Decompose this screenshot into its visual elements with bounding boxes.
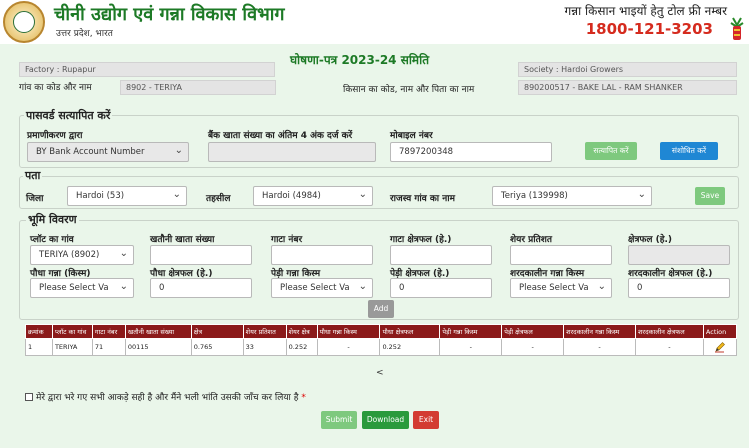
table-pager-prev[interactable]: < <box>376 368 384 378</box>
table-header: क्रमांक <box>25 324 53 339</box>
table-cell: 00115 <box>124 338 192 356</box>
table-header: खतौनी खाता संख्या <box>124 324 192 339</box>
auth-method-select[interactable]: BY Bank Account Number ⌄ <box>27 142 189 162</box>
password-section-legend: पासवर्ड सत्यापित करें <box>24 108 113 123</box>
table-cell: - <box>501 338 565 356</box>
revenue-village-select[interactable]: Teriya (139998) ⌄ <box>492 186 652 206</box>
exit-button[interactable]: Exit <box>413 411 439 429</box>
table-header: प्लॉट का गांव <box>51 324 93 339</box>
plant-variety-select[interactable]: Please Select Va ⌄ <box>30 278 134 298</box>
gata-area-label: गाटा क्षेत्रफल (हे.) <box>390 235 452 245</box>
chevron-down-icon: ⌄ <box>358 281 367 292</box>
address-section-legend: पता <box>23 168 43 183</box>
plot-village-label: प्लॉट का गांव <box>30 235 74 245</box>
gata-input[interactable] <box>271 245 373 265</box>
table-cell: 0.252 <box>285 338 318 356</box>
plant-area-input[interactable]: 0 <box>150 278 252 298</box>
table-header: Action <box>702 324 738 339</box>
area-input <box>628 245 730 265</box>
village-code-label: गांव का कोड और नाम <box>19 83 92 93</box>
plot-village-select[interactable]: TERIYA (8902) ⌄ <box>30 245 134 265</box>
table-header: क्षेत्र <box>190 324 244 339</box>
farmer-label: किसान का कोड, नाम और पिता का नाम <box>343 85 475 95</box>
declaration-text: मेरे द्वारा भरे गए सभी आकड़े सही है और म… <box>36 393 299 403</box>
khatauni-label: खतौनी खाता संख्या <box>150 235 215 245</box>
autumn-area-input[interactable]: 0 <box>628 278 730 298</box>
department-subtitle: उत्तर प्रदेश, भारत <box>56 29 113 39</box>
table-cell: - <box>439 338 503 356</box>
district-label: जिला <box>26 194 44 204</box>
table-header: गाटा नंबर <box>91 324 126 339</box>
table-cell: TERIYA <box>51 338 93 356</box>
add-land-button[interactable]: Add <box>368 300 394 318</box>
table-header: पेड़ी गन्ना किस्म <box>439 324 503 339</box>
bank-last4-input[interactable] <box>208 142 376 162</box>
land-section-legend: भूमि विवरण <box>26 212 79 227</box>
tehsil-label: तहसील <box>206 194 231 204</box>
factory-field: Factory : Rupapur <box>19 62 275 77</box>
edit-pencil-icon[interactable] <box>714 341 726 353</box>
table-cell: 33 <box>242 338 287 356</box>
address-save-button[interactable]: Save <box>695 187 725 205</box>
gata-label: गाटा नंबर <box>271 235 303 245</box>
table-cell: 1 <box>25 338 53 356</box>
bank-label: बैंक खाता संख्या का अंतिम 4 अंक दर्ज करे… <box>208 131 353 141</box>
edit-button[interactable]: संशोधित करें <box>660 142 718 160</box>
area-label: क्षेत्रफल (हे.) <box>628 235 673 245</box>
chevron-down-icon: ⌄ <box>637 189 646 200</box>
verify-button[interactable]: सत्यापित करें <box>585 142 637 160</box>
autumn-variety-select[interactable]: Please Select Va ⌄ <box>510 278 612 298</box>
helpline-title: गन्ना किसान भाइयों हेतु टोल फ्री नम्बर <box>564 4 727 18</box>
table-header: शरदकालीन गन्ना किस्म <box>563 324 637 339</box>
declaration-row: मेरे द्वारा भरे गए सभी आकड़े सही है और म… <box>25 390 306 403</box>
table-cell: - <box>563 338 637 356</box>
chevron-down-icon: ⌄ <box>174 145 183 156</box>
up-govt-emblem-icon <box>3 1 45 43</box>
department-title: चीनी उद्योग एवं गन्ना विकास विभाग <box>54 4 285 25</box>
chevron-down-icon: ⌄ <box>358 189 367 200</box>
district-select[interactable]: Hardoi (53) ⌄ <box>67 186 187 206</box>
mobile-input[interactable]: 7897200348 <box>390 142 552 162</box>
table-cell: - <box>316 338 381 356</box>
declaration-checkbox[interactable] <box>25 393 33 401</box>
sugarcane-icon <box>730 17 744 40</box>
table-header: शेयर क्षेत्र <box>285 324 318 339</box>
table-cell: 0.765 <box>190 338 244 356</box>
revenue-village-label: राजस्व गांव का नाम <box>390 194 455 204</box>
khatauni-input[interactable] <box>150 245 252 265</box>
chevron-down-icon: ⌄ <box>119 248 128 259</box>
auth-label: प्रमाणीकरण द्वारा <box>27 131 83 141</box>
table-header: पौधा क्षेत्रफल <box>379 324 441 339</box>
table-header: पेड़ी क्षेत्रफल <box>501 324 565 339</box>
table-header: पौधा गन्ना किस्म <box>316 324 381 339</box>
table-header: शरदकालीन क्षेत्रफल <box>635 324 704 339</box>
chevron-down-icon: ⌄ <box>172 189 181 200</box>
helpline-number: 1800-121-3203 <box>585 20 713 38</box>
table-cell: 0.252 <box>379 338 441 356</box>
gata-area-input[interactable] <box>390 245 492 265</box>
submit-button[interactable]: Submit <box>321 411 357 429</box>
mobile-label: मोबाइल नंबर <box>390 131 433 141</box>
table-header: शेयर प्रतिशत <box>242 324 287 339</box>
village-code-field: 8902 - TERIYA <box>120 80 276 95</box>
table-cell <box>702 338 738 356</box>
farmer-field: 890200517 - BAKE LAL - RAM SHANKER <box>518 80 737 95</box>
table-row: 1 TERIYA 71 00115 0.765 33 0.252 - 0.252… <box>25 338 738 356</box>
land-table: क्रमांक प्लॉट का गांव गाटा नंबर खतौनी खा… <box>25 324 738 356</box>
chevron-down-icon: ⌄ <box>119 281 128 292</box>
table-header-row: क्रमांक प्लॉट का गांव गाटा नंबर खतौनी खा… <box>25 324 738 339</box>
chevron-down-icon: ⌄ <box>597 281 606 292</box>
tehsil-select[interactable]: Hardoi (4984) ⌄ <box>253 186 373 206</box>
ratoon-variety-select[interactable]: Please Select Va ⌄ <box>271 278 373 298</box>
ratoon-area-input[interactable]: 0 <box>390 278 492 298</box>
share-input[interactable] <box>510 245 612 265</box>
share-label: शेयर प्रतिशत <box>510 235 552 245</box>
table-cell: 71 <box>91 338 126 356</box>
table-cell: - <box>635 338 704 356</box>
site-header: चीनी उद्योग एवं गन्ना विकास विभाग उत्तर … <box>0 0 749 44</box>
society-field: Society : Hardoi Growers <box>518 62 737 77</box>
download-button[interactable]: Download <box>362 411 409 429</box>
required-marker: * <box>298 393 306 403</box>
